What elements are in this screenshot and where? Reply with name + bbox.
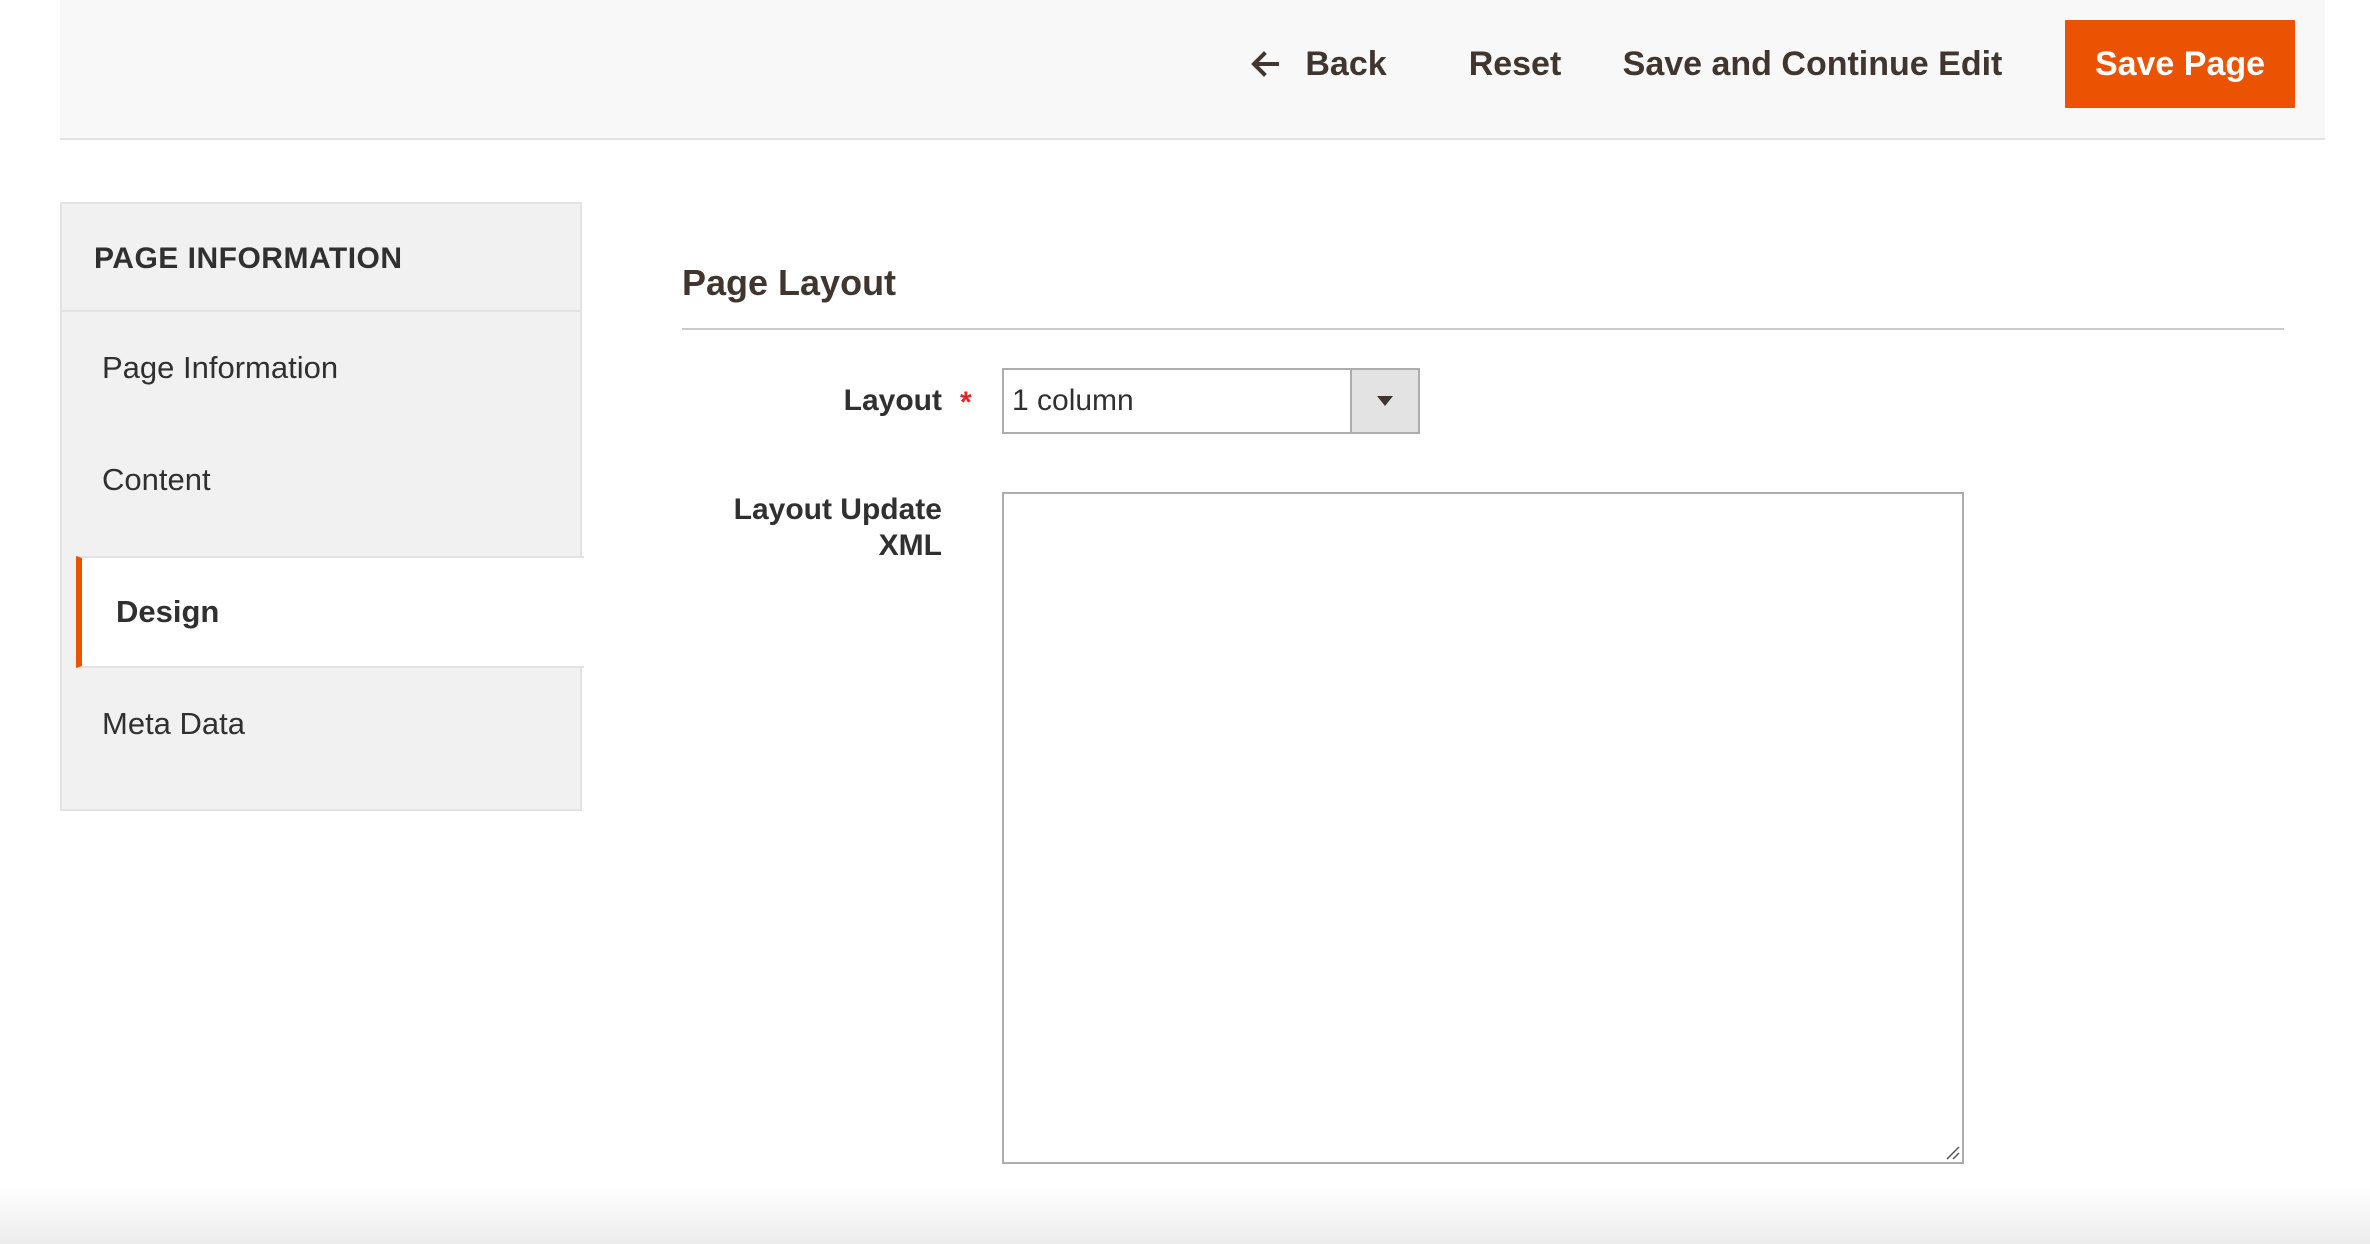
back-button-label: Back	[1305, 44, 1387, 83]
chevron-down-icon	[1377, 396, 1393, 406]
save-and-continue-label: Save and Continue Edit	[1622, 44, 2003, 83]
page-actions-toolbar: Back Reset Save and Continue Edit Save P…	[60, 0, 2325, 140]
bottom-fade	[0, 1185, 2370, 1244]
layout-label: Layout	[843, 384, 942, 417]
required-marker: *	[960, 386, 972, 419]
layout-update-xml-label: Layout Update XML	[700, 492, 942, 564]
layout-update-xml-textarea[interactable]	[1002, 492, 1964, 1164]
sidebar-item-label: Content	[102, 462, 211, 497]
layout-select-value: 1 column	[1012, 384, 1134, 417]
layout-select-toggle[interactable]	[1350, 370, 1418, 432]
sidebar-item-label: Meta Data	[102, 706, 246, 741]
section-divider	[682, 328, 2284, 330]
back-button[interactable]: Back	[1212, 20, 1422, 108]
reset-button-label: Reset	[1468, 44, 1562, 83]
sidebar-item-page-information[interactable]: Page Information	[62, 312, 580, 424]
save-and-continue-button[interactable]: Save and Continue Edit	[1615, 20, 2010, 108]
page-tabs-sidebar: PAGE INFORMATION Page Information Conten…	[60, 202, 584, 811]
sidebar-item-meta-data[interactable]: Meta Data	[62, 668, 580, 780]
save-page-button[interactable]: Save Page	[2065, 20, 2295, 108]
save-page-label: Save Page	[2094, 44, 2266, 83]
layout-select[interactable]: 1 column	[1002, 368, 1420, 434]
sidebar-item-label: Page Information	[102, 350, 339, 385]
reset-button[interactable]: Reset	[1435, 20, 1595, 108]
sidebar-item-design[interactable]: Design	[76, 556, 584, 668]
layout-update-xml-label-line2: XML	[878, 529, 942, 562]
layout-update-xml-label-line1: Layout Update	[733, 493, 942, 526]
resize-grip-icon[interactable]	[1944, 1144, 1960, 1160]
section-title: Page Layout	[682, 262, 897, 303]
sidebar-item-content[interactable]: Content	[62, 424, 580, 536]
sidebar-title: PAGE INFORMATION	[94, 242, 403, 275]
sidebar-item-label: Design	[116, 594, 220, 629]
arrow-left-icon	[1251, 51, 1280, 77]
